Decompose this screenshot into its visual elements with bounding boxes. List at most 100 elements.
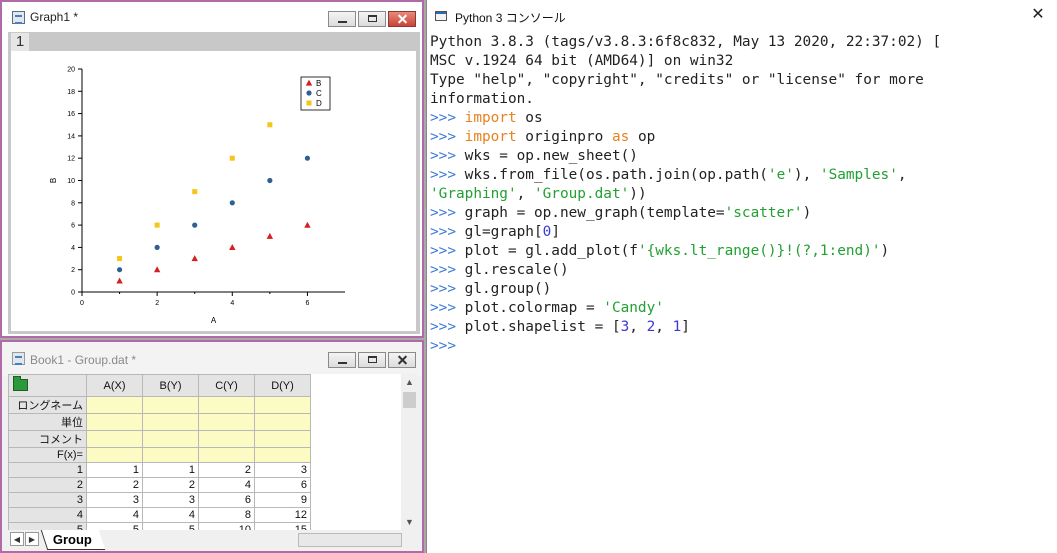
label-cell[interactable]	[254, 413, 311, 431]
legend-marker-c[interactable]	[306, 90, 312, 96]
graph-minimize-button[interactable]	[328, 11, 356, 27]
label-cell[interactable]	[86, 430, 143, 448]
data-cell[interactable]: 3	[142, 492, 199, 508]
console-output[interactable]: Python 3.8.3 (tags/v3.8.3:6f8c832, May 1…	[430, 33, 1055, 553]
label-cell[interactable]	[142, 447, 199, 463]
data-point-c[interactable]	[229, 200, 235, 206]
scroll-down-icon[interactable]: ▼	[401, 514, 418, 530]
graph-titlebar[interactable]: Graph1 *	[2, 2, 422, 32]
data-point-d[interactable]	[192, 189, 198, 195]
legend-marker-d[interactable]	[306, 100, 312, 106]
worksheet-table[interactable]: A(X) B(Y) C(Y) D(Y) ロングネーム 単位 コメント F(x)= 1 1 1 2 3 2 2…	[8, 374, 311, 530]
label-cell[interactable]	[142, 396, 199, 414]
data-cell[interactable]: 1	[142, 462, 199, 478]
label-cell[interactable]	[86, 447, 143, 463]
label-cell[interactable]	[254, 447, 311, 463]
data-cell[interactable]: 10	[198, 522, 255, 530]
column-header[interactable]: D(Y)	[254, 374, 311, 397]
console-close-icon[interactable]: ✕	[1029, 6, 1047, 24]
data-point-b[interactable]	[266, 232, 274, 239]
data-cell[interactable]: 15	[254, 522, 311, 530]
label-cell[interactable]	[198, 396, 255, 414]
label-row-header[interactable]: コメント	[8, 430, 87, 448]
data-point-d[interactable]	[154, 222, 160, 228]
data-point-d[interactable]	[267, 122, 273, 128]
data-point-b[interactable]	[191, 255, 198, 262]
label-cell[interactable]	[86, 396, 143, 414]
column-header[interactable]: B(Y)	[142, 374, 199, 397]
data-point-c[interactable]	[192, 222, 198, 228]
label-cell[interactable]	[198, 430, 255, 448]
data-point-b[interactable]	[229, 244, 236, 250]
data-cell[interactable]: 6	[198, 492, 255, 508]
data-cell[interactable]: 2	[198, 462, 255, 478]
label-cell[interactable]	[86, 413, 143, 431]
folder-icon[interactable]	[13, 376, 28, 391]
tab-prev-icon[interactable]: ◀	[10, 532, 24, 546]
graph-page-area[interactable]: 1 0 2 4 6 0 2 4 6 8 10 12 14 16 18 20 A B B C D	[8, 32, 420, 334]
book-close-button[interactable]	[388, 352, 416, 368]
book-window[interactable]: Book1 - Group.dat * A(X) B(Y) C(Y) D(Y) ロングネ…	[0, 340, 424, 553]
row-header[interactable]: 3	[8, 492, 87, 508]
label-row-header[interactable]: 単位	[8, 413, 87, 431]
graph-maximize-button[interactable]	[358, 11, 386, 27]
row-header[interactable]: 5	[8, 522, 87, 530]
layer-number-icon[interactable]: 1	[11, 33, 29, 51]
data-point-c[interactable]	[116, 267, 123, 273]
data-point-b[interactable]	[153, 266, 161, 273]
data-cell[interactable]: 2	[142, 477, 199, 493]
data-cell[interactable]: 4	[142, 507, 199, 523]
console-prompt: >>>	[430, 148, 465, 164]
label-cell[interactable]	[198, 447, 255, 463]
data-cell[interactable]: 8	[198, 507, 255, 523]
graph-close-button[interactable]	[388, 11, 416, 27]
data-point-d[interactable]	[229, 155, 235, 161]
data-cell[interactable]: 1	[86, 462, 143, 478]
x-tick-label: 4	[230, 300, 234, 307]
column-header[interactable]: A(X)	[86, 374, 143, 397]
data-cell[interactable]: 3	[254, 462, 311, 478]
data-point-c[interactable]	[304, 155, 311, 161]
column-header[interactable]: C(Y)	[198, 374, 255, 397]
worksheet-grid[interactable]: A(X) B(Y) C(Y) D(Y) ロングネーム 単位 コメント F(x)= 1 1 1 2 3 2 2…	[8, 374, 401, 530]
data-cell[interactable]: 6	[254, 477, 311, 493]
row-header[interactable]: 4	[8, 507, 87, 523]
label-cell[interactable]	[254, 430, 311, 448]
label-cell[interactable]	[254, 396, 311, 414]
graph-page[interactable]: 0 2 4 6 0 2 4 6 8 10 12 14 16 18 20 A B B C D	[11, 51, 416, 331]
sheet-tab-group[interactable]: Group	[40, 530, 106, 550]
data-cell[interactable]: 2	[86, 477, 143, 493]
grid-corner[interactable]	[8, 374, 87, 397]
book-titlebar[interactable]: Book1 - Group.dat *	[2, 342, 422, 376]
data-cell[interactable]: 9	[254, 492, 311, 508]
scroll-thumb[interactable]	[403, 392, 416, 408]
label-row-header[interactable]: ロングネーム	[8, 396, 87, 414]
console-titlebar[interactable]: Python 3 コンソール ✕	[427, 0, 1057, 32]
data-point-c[interactable]	[154, 244, 160, 250]
worksheet-horizontal-scrollbar[interactable]	[298, 533, 402, 547]
data-cell[interactable]: 5	[86, 522, 143, 530]
label-cell[interactable]	[142, 430, 199, 448]
label-cell[interactable]	[142, 413, 199, 431]
row-header[interactable]: 2	[8, 477, 87, 493]
data-point-c[interactable]	[267, 177, 273, 184]
label-cell[interactable]	[198, 413, 255, 431]
row-header[interactable]: 1	[8, 462, 87, 478]
scroll-up-icon[interactable]: ▲	[401, 374, 418, 390]
data-point-d[interactable]	[117, 256, 123, 262]
data-point-b[interactable]	[116, 277, 123, 284]
label-row-header[interactable]: F(x)=	[8, 447, 87, 463]
tab-next-icon[interactable]: ▶	[25, 532, 39, 546]
graph-window[interactable]: Graph1 * 1 0 2 4 6 0 2 4 6 8 10 12 14 16 18 20 A B B C D	[0, 0, 424, 338]
data-cell[interactable]: 4	[198, 477, 255, 493]
scatter-plot[interactable]: 0 2 4 602468101214161820ABBCD	[11, 51, 416, 331]
data-cell[interactable]: 4	[86, 507, 143, 523]
data-point-b[interactable]	[304, 221, 311, 228]
worksheet-vertical-scrollbar[interactable]: ▲ ▼	[401, 374, 418, 530]
book-maximize-button[interactable]	[358, 352, 386, 368]
data-cell[interactable]: 12	[254, 507, 311, 523]
data-cell[interactable]: 5	[142, 522, 199, 530]
book-minimize-button[interactable]	[328, 352, 356, 368]
python-console-window[interactable]: Python 3 コンソール ✕ Python 3.8.3 (tags/v3.8…	[426, 0, 1057, 553]
data-cell[interactable]: 3	[86, 492, 143, 508]
